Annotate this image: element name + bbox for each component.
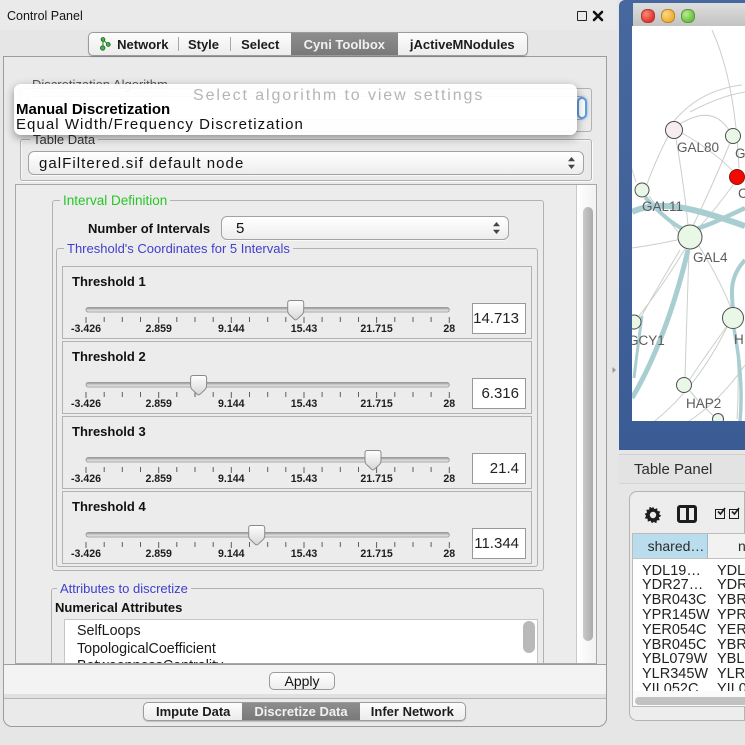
- svg-text:2.859: 2.859: [145, 323, 172, 335]
- svg-text:-3.426: -3.426: [71, 473, 101, 485]
- svg-text:G.: G.: [735, 146, 745, 161]
- svg-text:21.715: 21.715: [360, 323, 393, 335]
- svg-text:21.715: 21.715: [360, 548, 393, 560]
- svg-text:-3.426: -3.426: [71, 398, 101, 410]
- svg-text:C: C: [738, 186, 745, 201]
- svg-text:28: 28: [443, 548, 455, 560]
- svg-text:GCY1: GCY1: [632, 333, 665, 348]
- svg-text:2.859: 2.859: [145, 473, 172, 485]
- svg-text:15.43: 15.43: [291, 473, 318, 485]
- svg-text:9.144: 9.144: [218, 473, 245, 485]
- svg-text:28: 28: [443, 323, 455, 335]
- svg-text:9.144: 9.144: [218, 323, 245, 335]
- svg-text:HAP2: HAP2: [686, 396, 721, 411]
- svg-text:9.144: 9.144: [218, 548, 245, 560]
- svg-text:9.144: 9.144: [218, 398, 245, 410]
- svg-text:H: H: [734, 332, 744, 347]
- svg-text:28: 28: [443, 473, 455, 485]
- svg-text:GAL4: GAL4: [693, 250, 728, 265]
- svg-text:-3.426: -3.426: [71, 548, 101, 560]
- svg-text:2.859: 2.859: [145, 548, 172, 560]
- svg-text:28: 28: [443, 398, 455, 410]
- svg-text:21.715: 21.715: [360, 473, 393, 485]
- svg-text:-3.426: -3.426: [71, 323, 101, 335]
- svg-text:15.43: 15.43: [291, 323, 318, 335]
- svg-text:GAL11: GAL11: [642, 199, 683, 214]
- svg-text:2.859: 2.859: [145, 398, 172, 410]
- svg-text:15.43: 15.43: [291, 398, 318, 410]
- svg-text:15.43: 15.43: [291, 548, 318, 560]
- svg-text:21.715: 21.715: [360, 398, 393, 410]
- svg-text:GAL80: GAL80: [677, 140, 719, 155]
